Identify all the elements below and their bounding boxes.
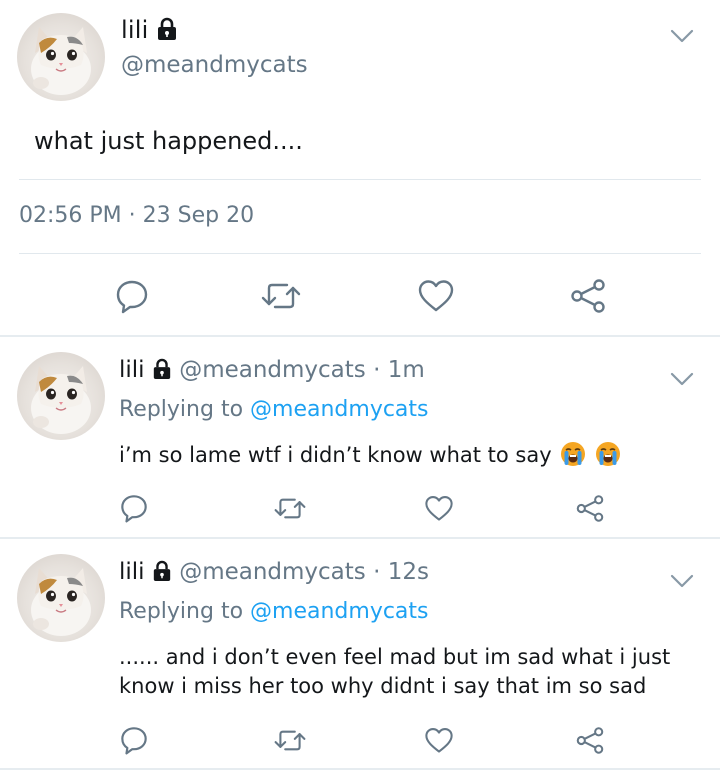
loudly-crying-face-icon xyxy=(560,441,586,475)
replying-to: Replying to @meandmycats xyxy=(119,397,429,422)
like-icon[interactable] xyxy=(424,726,454,759)
reply-tweet[interactable]: lili @meandmycats · 1m Replying to @mean… xyxy=(0,337,720,536)
reply-header: lili @meandmycats · 12s xyxy=(119,559,429,588)
display-name-row: lili xyxy=(121,16,178,47)
avatar[interactable] xyxy=(17,13,105,101)
chevron-down-icon[interactable] xyxy=(668,365,696,397)
loudly-crying-face-icon xyxy=(595,441,621,475)
cat-avatar-image xyxy=(31,27,91,95)
divider xyxy=(19,253,701,254)
tweet-text: what just happened.... xyxy=(34,127,303,155)
reply-text-row: i’m so lame wtf i didn’t know what to sa… xyxy=(119,441,699,475)
divider xyxy=(0,768,720,770)
reply-tweet[interactable]: lili @meandmycats · 12s Replying to @mea… xyxy=(0,539,720,769)
reply-icon[interactable] xyxy=(114,278,150,318)
cat-avatar-image xyxy=(31,366,91,434)
retweet-icon[interactable] xyxy=(261,278,301,318)
handle-and-time[interactable]: @meandmycats · 1m xyxy=(179,357,425,383)
mention-link[interactable]: @meandmycats xyxy=(250,599,428,624)
main-tweet: lili @meandmycats what just happened....… xyxy=(0,0,720,336)
share-icon[interactable] xyxy=(575,726,605,759)
handle[interactable]: @meandmycats xyxy=(121,52,308,78)
replying-to: Replying to @meandmycats xyxy=(119,599,429,624)
cat-avatar-image xyxy=(31,568,91,636)
replying-prefix: Replying to xyxy=(119,599,251,624)
share-icon[interactable] xyxy=(575,494,605,527)
display-name[interactable]: lili xyxy=(119,357,145,383)
display-name[interactable]: lili xyxy=(121,16,148,44)
like-icon[interactable] xyxy=(424,494,454,527)
tweet-timestamp[interactable]: 02:56 PM · 23 Sep 20 xyxy=(19,203,254,228)
mention-link[interactable]: @meandmycats xyxy=(250,397,428,422)
display-name[interactable]: lili xyxy=(119,559,145,585)
like-icon[interactable] xyxy=(417,278,455,318)
replying-prefix: Replying to xyxy=(119,397,251,422)
reply-text: i’m so lame wtf i didn’t know what to sa… xyxy=(119,443,552,467)
reply-header: lili @meandmycats · 1m xyxy=(119,357,425,386)
share-icon[interactable] xyxy=(569,278,607,318)
reply-icon[interactable] xyxy=(119,725,149,759)
handle-and-time[interactable]: @meandmycats · 12s xyxy=(179,559,429,585)
lock-icon xyxy=(156,17,178,47)
divider xyxy=(19,179,701,180)
retweet-icon[interactable] xyxy=(274,494,306,527)
reply-icon[interactable] xyxy=(119,493,149,527)
retweet-icon[interactable] xyxy=(274,726,306,759)
avatar[interactable] xyxy=(17,554,105,642)
lock-icon xyxy=(152,560,172,588)
reply-text: ...... and i don’t even feel mad but im … xyxy=(119,645,671,698)
avatar[interactable] xyxy=(17,352,105,440)
lock-icon xyxy=(152,358,172,386)
chevron-down-icon[interactable] xyxy=(668,567,696,599)
chevron-down-icon[interactable] xyxy=(668,22,696,54)
